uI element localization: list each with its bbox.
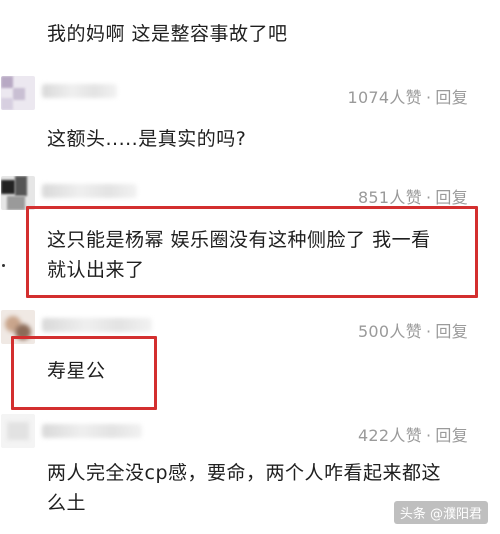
like-count[interactable]: 422人赞 (358, 426, 422, 445)
comment-text: 这额头.....是真实的吗? (47, 128, 247, 150)
comment-text-line: 这只能是杨幂 娱乐圈没有这种侧脸了 我一看 (47, 229, 431, 251)
bullet-dot (2, 264, 5, 267)
username-blurred[interactable] (42, 184, 137, 198)
comment-stats: 500人赞 · 回复 (354, 318, 468, 342)
reply-button[interactable]: 回复 (435, 188, 468, 207)
username-blurred[interactable] (42, 318, 152, 332)
like-count[interactable]: 851人赞 (358, 188, 422, 207)
separator: · (426, 322, 432, 341)
comment-text: 寿星公 (47, 360, 106, 382)
comment-text-line: 两人完全没cp感，要命，两个人咋看起来都这 (47, 462, 442, 484)
username-blurred[interactable] (42, 424, 142, 438)
reply-button[interactable]: 回复 (435, 426, 468, 445)
separator: · (426, 426, 432, 445)
separator: · (426, 188, 432, 207)
username-blurred[interactable] (42, 84, 117, 98)
comment-text-line: 么土 (47, 492, 87, 514)
watermark: 头条 @濮阳君 (393, 501, 488, 524)
comment-header: 422人赞 · 回复 (0, 412, 500, 452)
like-count[interactable]: 1074人赞 (347, 88, 422, 107)
comment-stats: 851人赞 · 回复 (354, 184, 468, 208)
reply-button[interactable]: 回复 (435, 322, 468, 341)
comment-text-line: 就认出来了 (47, 259, 145, 281)
comment-header: 1074人赞 · 回复 (0, 74, 500, 114)
avatar[interactable] (1, 414, 35, 448)
comment-stats: 1074人赞 · 回复 (343, 84, 468, 108)
comment-text: 我的妈啊 这是整容事故了吧 (47, 23, 288, 45)
like-count[interactable]: 500人赞 (358, 322, 422, 341)
separator: · (426, 88, 432, 107)
avatar[interactable] (1, 76, 35, 110)
avatar[interactable] (1, 176, 35, 210)
comment-stats: 422人赞 · 回复 (354, 422, 468, 446)
reply-button[interactable]: 回复 (435, 88, 468, 107)
